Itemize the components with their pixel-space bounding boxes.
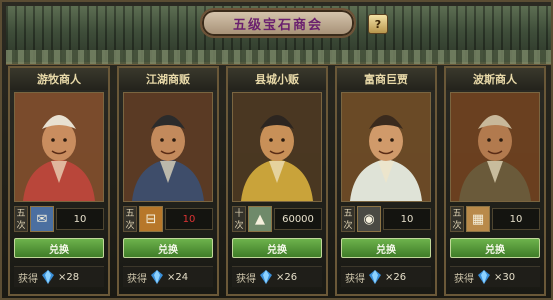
reward-row: 获得 ×30 xyxy=(450,266,540,287)
exchange-times: 五 次 xyxy=(450,206,464,232)
reward-amount: ×26 xyxy=(276,271,298,283)
merchant-title-bar: 富商巨贾 xyxy=(337,68,435,90)
gem-icon xyxy=(369,270,381,284)
merchant-title-bar: 江湖商贩 xyxy=(119,68,217,90)
merchant-list: 游牧商人 五 次 ✉ 10 兑换 获得 ×28 江湖商贩 五 次 ⊟ 10 兑换… xyxy=(8,66,549,298)
reward-amount: ×28 xyxy=(58,271,80,283)
merchant-portrait xyxy=(450,92,540,202)
cost-value: 10 xyxy=(56,208,104,230)
reward-row: 获得 ×28 xyxy=(14,266,104,287)
merchant-portrait xyxy=(123,92,213,202)
merchant-name: 游牧商人 xyxy=(37,73,81,86)
cost-row: 五 次 ✉ 10 xyxy=(14,206,104,232)
times-unit: 次 xyxy=(16,221,26,231)
merchant-card: 波斯商人 五 次 ▦ 10 兑换 获得 ×30 xyxy=(444,66,546,296)
roof-tiles xyxy=(6,50,551,64)
merchant-title-bar: 波斯商人 xyxy=(446,68,544,90)
gem-icon xyxy=(151,270,163,284)
times-unit: 次 xyxy=(452,221,462,231)
times-unit: 次 xyxy=(234,221,244,231)
lantern-icon: ▦ xyxy=(466,206,490,232)
coin-bag-icon: ◉ xyxy=(357,206,381,232)
exchange-times: 五 次 xyxy=(341,206,355,232)
window-title: 五级宝石商会 xyxy=(232,17,323,33)
reward-amount: ×24 xyxy=(167,271,189,283)
token-icon: ⊟ xyxy=(139,206,163,232)
reward-label: 获得 xyxy=(127,273,147,285)
exchange-times: 十 次 xyxy=(232,206,246,232)
times-count: 五 xyxy=(452,209,462,219)
reward-row: 获得 ×26 xyxy=(232,266,322,287)
merchant-card: 江湖商贩 五 次 ⊟ 10 兑换 获得 ×24 xyxy=(117,66,219,296)
gem-icon xyxy=(478,270,490,284)
reward-label: 获得 xyxy=(454,273,474,285)
exchange-button[interactable]: 兑换 xyxy=(341,238,431,258)
merchant-name: 富商巨贾 xyxy=(364,73,408,86)
cost-row: 十 次 ▲ 60000 xyxy=(232,206,322,232)
cost-value: 10 xyxy=(492,208,540,230)
merchant-title-bar: 游牧商人 xyxy=(10,68,108,90)
reward-label: 获得 xyxy=(345,273,365,285)
merchant-portrait xyxy=(232,92,322,202)
reward-label: 获得 xyxy=(236,273,256,285)
merchant-title-bar: 县城小贩 xyxy=(228,68,326,90)
title-plate: 五级宝石商会 xyxy=(200,8,356,38)
merchant-name: 县城小贩 xyxy=(255,73,299,86)
gem-icon xyxy=(260,270,272,284)
merchant-card: 游牧商人 五 次 ✉ 10 兑换 获得 ×28 xyxy=(8,66,110,296)
cost-row: 五 次 ⊟ 10 xyxy=(123,206,213,232)
exchange-button[interactable]: 兑换 xyxy=(232,238,322,258)
silver-icon: ▲ xyxy=(248,206,272,232)
reward-label: 获得 xyxy=(18,273,38,285)
cost-row: 五 次 ▦ 10 xyxy=(450,206,540,232)
cost-value: 10 xyxy=(165,208,213,230)
exchange-times: 五 次 xyxy=(14,206,28,232)
reward-amount: ×30 xyxy=(494,271,516,283)
scroll-icon: ✉ xyxy=(30,206,54,232)
merchant-portrait xyxy=(14,92,104,202)
merchant-portrait xyxy=(341,92,431,202)
help-button[interactable]: ? xyxy=(368,14,388,34)
times-count: 十 xyxy=(234,209,244,219)
reward-amount: ×26 xyxy=(385,271,407,283)
gem-icon xyxy=(42,270,54,284)
times-unit: 次 xyxy=(343,221,353,231)
exchange-button[interactable]: 兑换 xyxy=(450,238,540,258)
merchant-card: 富商巨贾 五 次 ◉ 10 兑换 获得 ×26 xyxy=(335,66,437,296)
shop-window: 五级宝石商会 ? 游牧商人 五 次 ✉ 10 兑换 获得 ×28 江湖商贩 五 … xyxy=(0,0,553,300)
merchant-card: 县城小贩 十 次 ▲ 60000 兑换 获得 ×26 xyxy=(226,66,328,296)
exchange-times: 五 次 xyxy=(123,206,137,232)
cost-value: 10 xyxy=(383,208,431,230)
times-unit: 次 xyxy=(125,221,135,231)
reward-row: 获得 ×26 xyxy=(341,266,431,287)
merchant-name: 江湖商贩 xyxy=(146,73,190,86)
times-count: 五 xyxy=(16,209,26,219)
cost-row: 五 次 ◉ 10 xyxy=(341,206,431,232)
merchant-name: 波斯商人 xyxy=(473,73,517,86)
exchange-button[interactable]: 兑换 xyxy=(123,238,213,258)
times-count: 五 xyxy=(343,209,353,219)
times-count: 五 xyxy=(125,209,135,219)
exchange-button[interactable]: 兑换 xyxy=(14,238,104,258)
cost-value: 60000 xyxy=(274,208,322,230)
reward-row: 获得 ×24 xyxy=(123,266,213,287)
